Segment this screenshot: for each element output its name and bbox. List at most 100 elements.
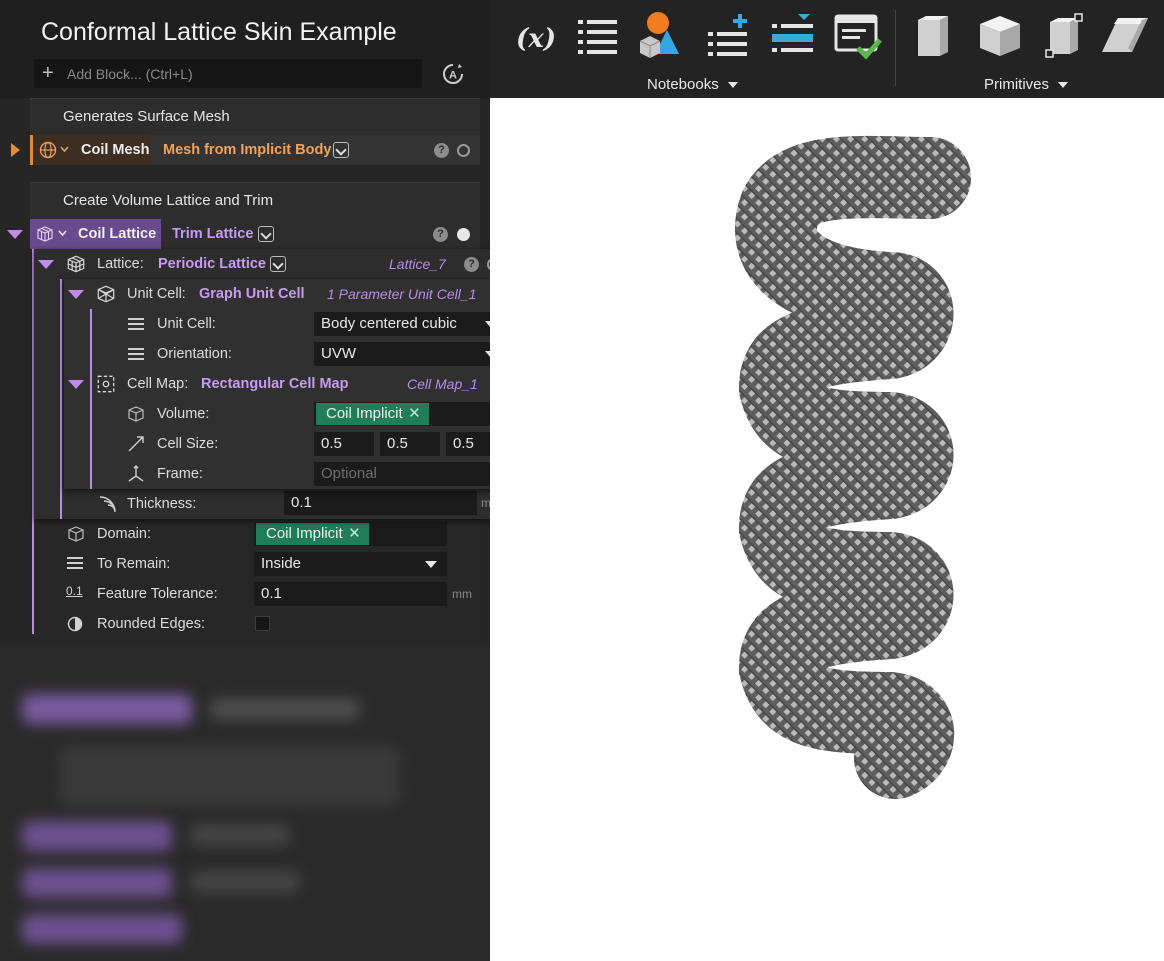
panel-header: Conformal Lattice Skin Example + Add Blo… (0, 0, 490, 98)
notebooks-label: Notebooks (647, 76, 719, 93)
coil-mesh-name: Coil Mesh (81, 142, 150, 158)
plus-icon: + (42, 62, 54, 84)
domain-field[interactable]: Coil Implicit ✕ (254, 522, 447, 546)
tolerance-input[interactable]: 0.1 (254, 582, 447, 606)
tolerance-unit: mm (452, 587, 472, 601)
volume-field[interactable]: Coil Implicit ✕ (314, 402, 507, 426)
lattice-dropdown-toggle[interactable] (270, 256, 286, 272)
list-icon (128, 318, 144, 330)
coil-lattice-name: Coil Lattice (78, 226, 157, 242)
section-header-surface-mesh[interactable]: Generates Surface Mesh (30, 98, 480, 135)
tree-guide (90, 309, 92, 489)
collapse-arrow-icon[interactable] (68, 290, 84, 299)
coil-mesh-block-row[interactable]: Coil Mesh Mesh from Implicit Body ? (30, 135, 480, 165)
half-circle-icon (67, 616, 83, 632)
toolbar-separator (895, 10, 896, 86)
domain-value: Coil Implicit (266, 525, 343, 542)
help-icon[interactable]: ? (433, 227, 448, 242)
coil-lattice-block-row[interactable]: Coil Lattice Trim Lattice ? (30, 219, 480, 249)
add-block-input[interactable]: + Add Block... (Ctrl+L) (34, 59, 422, 88)
add-block-placeholder: Add Block... (Ctrl+L) (67, 66, 193, 82)
cell-map-label: Cell Map: (127, 376, 189, 392)
cell-size-label: Cell Size: (157, 436, 219, 452)
notebook-title: Conformal Lattice Skin Example (41, 18, 397, 46)
auto-run-icon[interactable]: A (441, 62, 465, 86)
collapse-arrow-icon[interactable] (7, 230, 23, 239)
remove-icon[interactable]: ✕ (348, 523, 361, 545)
lattice-icon (67, 255, 85, 273)
volume-label: Volume: (157, 406, 210, 422)
help-icon[interactable]: ? (434, 143, 449, 158)
cube-icon[interactable] (974, 10, 1026, 62)
unit-cell-param-label: Unit Cell: (157, 316, 216, 332)
ribbon-toolbar: (x) Notebooks Primitives (490, 0, 1164, 98)
coil-lattice-op: Trim Lattice (172, 226, 254, 242)
cell-map-icon (97, 375, 115, 393)
coil-lattice-model[interactable] (490, 98, 1164, 961)
3d-viewport[interactable] (490, 98, 1164, 961)
wedge-icon[interactable] (1102, 10, 1154, 62)
expand-arrow-icon[interactable] (11, 143, 20, 157)
caret-down-icon (727, 82, 738, 89)
diagonal-arrow-icon (128, 436, 144, 452)
tolerance-label: Feature Tolerance: (97, 586, 218, 602)
unit-cell-select[interactable]: Body centered cubic (314, 312, 507, 336)
section-header-volume-lattice[interactable]: Create Volume Lattice and Trim (30, 182, 480, 219)
thickness-input[interactable]: 0.1 (284, 491, 477, 515)
coil-lattice-tag[interactable]: Coil Lattice (30, 219, 161, 249)
remove-icon[interactable]: ✕ (408, 403, 421, 425)
shapes-icon[interactable] (636, 10, 688, 62)
check-document-icon[interactable] (832, 10, 884, 62)
app-window: Conformal Lattice Skin Example + Add Blo… (0, 0, 1164, 961)
volume-mesh-icon (128, 406, 144, 422)
list-icon (128, 348, 144, 360)
frame-input[interactable]: Optional (314, 462, 507, 486)
tree-guide (60, 279, 62, 519)
frame-axes-icon (128, 465, 144, 482)
rounded-edges-checkbox[interactable] (255, 616, 270, 631)
orientation-select[interactable]: UVW (314, 342, 507, 366)
domain-chip[interactable]: Coil Implicit ✕ (256, 523, 369, 545)
op-dropdown-toggle[interactable] (258, 226, 274, 242)
box-icon[interactable] (908, 10, 960, 62)
orientation-label: Orientation: (157, 346, 232, 362)
cell-size-y-input[interactable]: 0.5 (380, 432, 440, 456)
cell-size-x-input[interactable]: 0.5 (314, 432, 374, 456)
help-icon[interactable]: ? (464, 257, 479, 272)
collapse-arrow-icon[interactable] (38, 260, 54, 269)
tolerance-icon: 0.1 (66, 584, 83, 598)
lattice-instance: Lattice_7 (389, 256, 446, 272)
cell-map-type: Rectangular Cell Map (201, 376, 349, 392)
coil-mesh-op: Mesh from Implicit Body (163, 142, 332, 158)
primitives-label: Primitives (984, 76, 1050, 93)
volume-mesh-icon (68, 526, 84, 542)
block-panel: Conformal Lattice Skin Example + Add Blo… (0, 0, 540, 961)
thickness-label: Thickness: (127, 496, 197, 512)
status-dot[interactable] (457, 228, 470, 241)
box-handles-icon[interactable] (1038, 10, 1090, 62)
insert-list-icon[interactable] (768, 10, 820, 62)
list-icon[interactable] (572, 10, 624, 62)
svg-text:A: A (449, 70, 457, 82)
op-dropdown-toggle[interactable] (333, 142, 349, 158)
thickness-icon (99, 496, 116, 513)
rounded-edges-label: Rounded Edges: (97, 616, 206, 632)
remain-select[interactable]: Inside (254, 552, 447, 576)
primitives-dropdown[interactable]: Primitives (984, 76, 1069, 93)
unit-cell-instance: 1 Parameter Unit Cell_1 (327, 286, 477, 302)
list-icon (67, 557, 83, 569)
remain-label: To Remain: (97, 556, 171, 572)
unit-cell-label: Unit Cell: (127, 286, 186, 302)
unit-cell-panel: Unit Cell: Graph Unit Cell 1 Parameter U… (64, 279, 540, 489)
status-dot[interactable] (457, 144, 470, 157)
coil-mesh-tag[interactable]: Coil Mesh (30, 135, 151, 165)
notebooks-dropdown[interactable]: Notebooks (647, 76, 738, 93)
collapse-arrow-icon[interactable] (68, 380, 84, 389)
unit-cell-type: Graph Unit Cell (199, 286, 305, 302)
volume-chip[interactable]: Coil Implicit ✕ (316, 403, 429, 425)
caret-down-icon (1058, 82, 1069, 89)
cell-map-instance: Cell Map_1 (407, 376, 478, 392)
lattice-type: Periodic Lattice (158, 256, 266, 272)
add-list-icon[interactable] (702, 10, 754, 62)
variable-icon[interactable]: (x) (510, 10, 562, 62)
